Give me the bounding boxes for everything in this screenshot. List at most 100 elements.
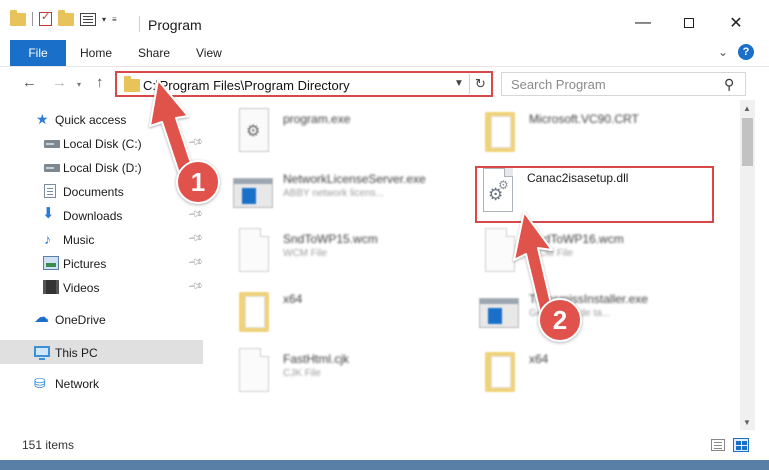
folder-item[interactable]: Microsoft.VC90.CRT	[475, 106, 715, 160]
sidebar-item-documents[interactable]: Documents	[0, 179, 203, 203]
file-item[interactable]: program.exe	[229, 106, 469, 160]
file-description: WCM File	[283, 248, 327, 259]
sidebar-item-local-disk-d[interactable]: Local Disk (D:)	[0, 155, 203, 179]
tab-file[interactable]: File	[10, 40, 66, 66]
videos-icon	[43, 280, 59, 294]
sidebar-item-quick-access[interactable]: ★ Quick access	[0, 107, 203, 131]
sidebar-item-label: Local Disk (D:)	[63, 161, 142, 175]
sidebar-item-music[interactable]: ♪ Music 📌︎	[0, 227, 204, 251]
status-bar: 151 items	[0, 430, 769, 460]
executable-icon	[239, 108, 269, 152]
pin-icon[interactable]: 📌︎	[187, 206, 204, 223]
chevron-down-icon[interactable]: ▼	[454, 78, 464, 89]
file-item[interactable]: FastHtml.cjk CJK File	[229, 346, 469, 400]
folder-icon	[124, 76, 140, 92]
file-name: x64	[283, 292, 303, 306]
sidebar-item-label: Documents	[63, 185, 124, 199]
file-name: FastHtml.cjk	[283, 352, 349, 366]
sidebar-item-network[interactable]: ⛁ Network	[0, 371, 203, 395]
pin-icon[interactable]: 📌︎	[187, 134, 204, 151]
sidebar-item-pictures[interactable]: Pictures 📌︎	[0, 251, 204, 275]
sidebar-item-downloads[interactable]: ⬇ Downloads 📌︎	[0, 203, 204, 227]
toolbar-separator	[32, 12, 33, 26]
scrollbar-thumb[interactable]	[742, 118, 753, 166]
step-1-badge: 1	[176, 160, 220, 204]
window-title: Program	[148, 17, 202, 33]
sidebar-item-label: Network	[55, 377, 100, 391]
minimize-icon: —	[635, 14, 651, 31]
title-bar: ▾ ≡ Program — ✕	[0, 0, 769, 40]
item-count: 151 items	[22, 438, 75, 452]
folder-icon[interactable]	[10, 9, 26, 26]
scroll-up-icon[interactable]: ▲	[743, 104, 751, 113]
pin-icon[interactable]: 📌︎	[187, 254, 204, 271]
tab-view[interactable]: View	[196, 46, 222, 60]
scroll-down-icon[interactable]: ▼	[743, 418, 751, 427]
drive-icon	[44, 140, 60, 148]
application-icon	[233, 178, 273, 208]
list-view-icon[interactable]	[80, 12, 96, 26]
folder-icon	[485, 112, 515, 152]
document-icon	[239, 348, 269, 392]
maximize-icon	[684, 18, 694, 28]
forward-arrow-icon[interactable]: →	[52, 74, 67, 91]
sidebar-item-label: Videos	[63, 281, 100, 295]
search-input[interactable]: Search Program ⚲	[501, 72, 746, 96]
tab-home[interactable]: Home	[80, 46, 112, 60]
sidebar-item-onedrive[interactable]: ☁ OneDrive	[0, 307, 203, 331]
sidebar-item-label: This PC	[55, 346, 98, 360]
file-name: NetworkLicenseServer.exe	[283, 172, 426, 186]
close-button[interactable]: ✕	[713, 8, 759, 38]
window-bottom-edge	[0, 460, 769, 470]
search-placeholder: Search Program	[511, 77, 606, 92]
star-icon: ★	[36, 111, 49, 127]
refresh-icon[interactable]: ↻	[469, 74, 491, 94]
tab-share[interactable]: Share	[138, 46, 170, 60]
expand-ribbon-icon[interactable]: ⌄	[718, 45, 728, 59]
step-2-badge: 2	[538, 298, 582, 342]
large-icons-view-icon[interactable]	[733, 438, 749, 452]
pin-icon[interactable]: 📌︎	[187, 278, 204, 295]
sidebar-item-label: Music	[63, 233, 95, 247]
sidebar-item-this-pc[interactable]: This PC	[0, 340, 203, 364]
sidebar-item-local-disk-c[interactable]: Local Disk (C:) 📌︎	[0, 131, 204, 155]
properties-check-icon[interactable]	[39, 10, 52, 26]
vertical-scrollbar[interactable]: ▲ ▼	[740, 100, 755, 430]
file-item[interactable]: SndToWP15.wcm WCM File	[229, 226, 469, 280]
minimize-button[interactable]: —	[620, 8, 666, 38]
file-item[interactable]: SndToWP16.wcm WCM File	[475, 226, 715, 280]
details-view-icon[interactable]	[711, 439, 725, 451]
address-bar[interactable]: C:\Program Files\Program Directory ▼ ↻	[115, 71, 493, 97]
file-name: SndToWP15.wcm	[283, 232, 378, 246]
chevron-down-icon[interactable]: ▾	[102, 15, 106, 24]
cloud-icon: ☁	[34, 309, 49, 326]
sidebar-item-videos[interactable]: Videos 📌︎	[0, 275, 204, 299]
address-path[interactable]: C:\Program Files\Program Directory	[143, 78, 350, 93]
file-description: ABBY network licens...	[283, 188, 384, 199]
recent-locations-icon[interactable]: ▾	[77, 80, 81, 89]
maximize-button[interactable]	[666, 8, 712, 38]
folder-item[interactable]: x64	[475, 346, 715, 400]
sidebar-item-label: Downloads	[63, 209, 123, 223]
application-icon	[479, 298, 519, 328]
navigation-pane: ★ Quick access Local Disk (C:) 📌︎ Local …	[0, 100, 205, 430]
network-icon: ⛁	[34, 375, 46, 391]
help-icon[interactable]: ?	[738, 44, 754, 60]
download-icon: ⬇	[42, 205, 55, 222]
pin-icon[interactable]: 📌︎	[187, 230, 204, 247]
new-folder-icon[interactable]	[58, 9, 74, 26]
sidebar-item-label: OneDrive	[55, 313, 106, 327]
folder-item[interactable]: x64	[229, 286, 469, 340]
file-item[interactable]: NetworkLicenseServer.exe ABBY network li…	[229, 166, 469, 220]
customize-toolbar-icon[interactable]: ≡	[112, 15, 117, 24]
search-icon[interactable]: ⚲	[724, 76, 734, 93]
sidebar-item-label: Quick access	[55, 113, 127, 127]
music-icon: ♪	[44, 231, 51, 247]
file-name: x64	[529, 352, 549, 366]
up-arrow-icon[interactable]: ↑	[96, 74, 104, 91]
back-arrow-icon[interactable]: ←	[22, 74, 37, 91]
file-item[interactable]: TransmissInstaller.exe Generador de ta..…	[475, 286, 715, 340]
document-icon	[239, 228, 269, 272]
file-name: Microsoft.VC90.CRT	[529, 112, 639, 126]
address-row: ← → ▾ ↑ C:\Program Files\Program Directo…	[0, 66, 769, 100]
